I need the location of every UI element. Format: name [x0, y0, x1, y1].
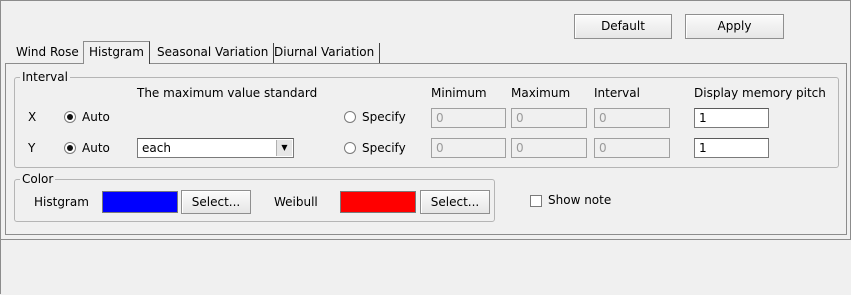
minimum-header: Minimum	[431, 86, 487, 100]
apply-button[interactable]: Apply	[685, 14, 784, 39]
histgram-tab-panel: Interval The maximum value standard Mini…	[5, 63, 847, 235]
interval-group-title: Interval	[22, 70, 68, 84]
tab-histgram[interactable]: Histgram	[83, 41, 150, 64]
show-note-label: Show note	[548, 193, 612, 207]
bottom-empty-area	[1, 239, 851, 295]
histgram-color-label: Histgram	[34, 195, 89, 209]
y-interval-field[interactable]: 0	[594, 138, 670, 158]
y-axis-label: Y	[28, 141, 36, 155]
y-max-standard-select[interactable]: each ▼	[137, 138, 294, 158]
x-pitch-field[interactable]: 1	[694, 108, 769, 128]
histgram-select-button[interactable]: Select...	[181, 190, 251, 214]
tab-wind-rose[interactable]: Wind Rose	[11, 43, 85, 63]
tab-seasonal-variation[interactable]: Seasonal Variation	[152, 43, 275, 63]
histgram-color-swatch	[102, 191, 178, 213]
y-pitch-field[interactable]: 1	[694, 138, 769, 158]
interval-header: Interval	[594, 86, 640, 100]
y-auto-label: Auto	[82, 141, 110, 155]
show-note-checkbox[interactable]	[530, 195, 542, 207]
weibull-select-button[interactable]: Select...	[420, 190, 490, 214]
weibull-color-swatch	[340, 191, 416, 213]
radio-selected-dot	[67, 114, 73, 120]
y-auto-radio[interactable]	[64, 142, 76, 154]
x-maximum-field[interactable]: 0	[511, 108, 587, 128]
max-standard-header: The maximum value standard	[137, 86, 318, 100]
tab-diurnal-variation[interactable]: Diurnal Variation	[269, 43, 381, 63]
x-interval-field[interactable]: 0	[594, 108, 670, 128]
maximum-header: Maximum	[511, 86, 571, 100]
y-minimum-field[interactable]: 0	[431, 138, 506, 158]
radio-selected-dot	[67, 145, 73, 151]
dialog-window: Default Apply Wind Rose Histgram Seasona…	[0, 0, 851, 295]
x-minimum-field[interactable]: 0	[431, 108, 506, 128]
x-auto-radio[interactable]	[64, 111, 76, 123]
x-auto-label: Auto	[82, 110, 110, 124]
y-maximum-field[interactable]: 0	[511, 138, 587, 158]
default-button[interactable]: Default	[574, 14, 672, 39]
y-max-standard-value: each	[142, 141, 171, 155]
y-specify-label: Specify	[362, 141, 406, 155]
color-group-title: Color	[22, 172, 54, 186]
x-specify-label: Specify	[362, 110, 406, 124]
x-axis-label: X	[28, 110, 37, 124]
pitch-header: Display memory pitch	[694, 86, 826, 100]
weibull-color-label: Weibull	[274, 195, 318, 209]
y-specify-radio[interactable]	[344, 142, 356, 154]
chevron-down-icon[interactable]: ▼	[276, 140, 292, 156]
x-specify-radio[interactable]	[344, 111, 356, 123]
